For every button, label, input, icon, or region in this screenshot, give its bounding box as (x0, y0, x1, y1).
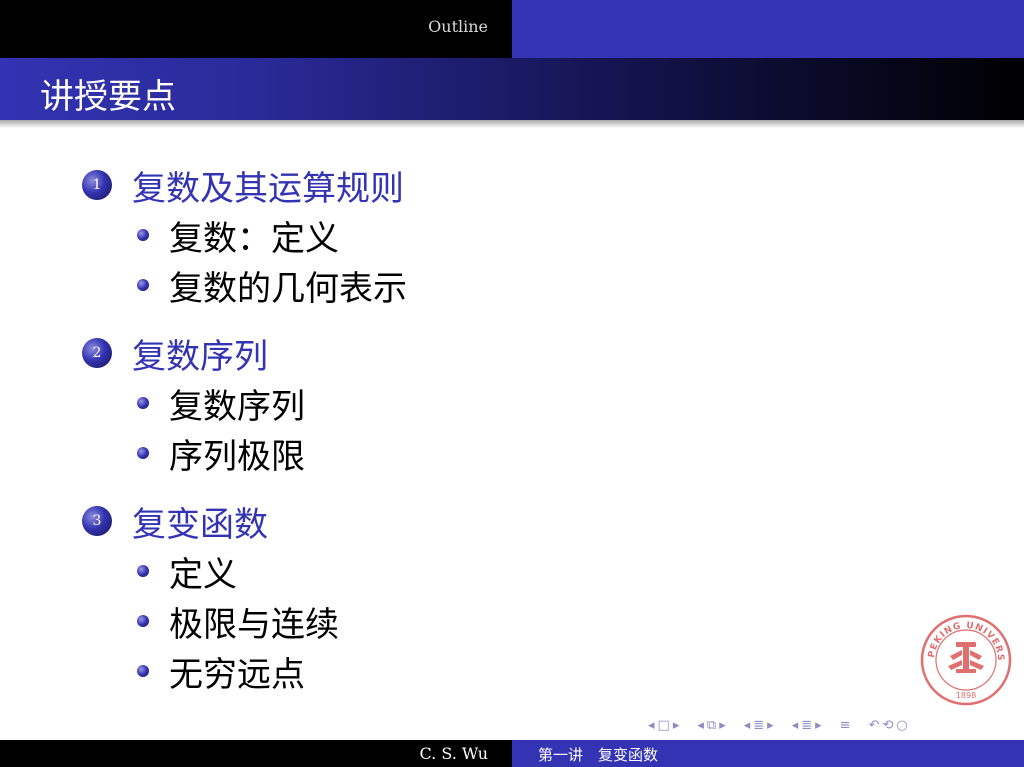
frame-title-bar: 讲授要点 (0, 58, 1024, 120)
list-item[interactable]: 复数的几何表示 (137, 260, 407, 310)
bullet-icon (137, 615, 149, 627)
nav-align-icon[interactable]: ≡ (840, 718, 851, 733)
list-item-text: 无穷远点 (169, 654, 305, 695)
list-item[interactable]: 序列极限 (137, 428, 305, 478)
bullet-icon (137, 447, 149, 459)
list-item-text: 复数的几何表示 (169, 268, 407, 309)
number-ball-icon: 1 (82, 170, 112, 200)
list-item[interactable]: 无穷远点 (137, 646, 339, 696)
list-item[interactable]: 极限与连续 (137, 596, 339, 646)
list-item[interactable]: 复数序列 (137, 378, 305, 428)
list-item[interactable]: 定义 (137, 546, 339, 596)
bullet-icon (137, 565, 149, 577)
list-item-text: 定义 (169, 554, 237, 595)
bullet-icon (137, 397, 149, 409)
bullet-icon (137, 665, 149, 677)
list-item-text: 极限与连续 (169, 604, 339, 645)
section-title[interactable]: 复数序列 (132, 329, 268, 378)
list-item-text: 复数：定义 (169, 218, 339, 259)
section-title-row[interactable]: 1 复数及其运算规则 (82, 160, 407, 210)
university-seal-logo: PEKING UNIVERSITY 1898 (920, 614, 1012, 706)
header-right-bar (512, 0, 1024, 58)
section-3: 3 复变函数 定义 极限与连续 无穷远点 (82, 496, 339, 696)
list-item[interactable]: 复数：定义 (137, 210, 407, 260)
svg-text:PEKING UNIVERSITY: PEKING UNIVERSITY (920, 614, 1005, 662)
footer-right-bar: 第一讲 复变函数 (512, 740, 1024, 767)
svg-text:1898: 1898 (956, 691, 976, 700)
outline-label[interactable]: Outline (428, 17, 488, 36)
nav-search-icon[interactable]: ↶ ⟲ ○ (869, 718, 908, 733)
bullet-icon (137, 229, 149, 241)
bullet-icon (137, 279, 149, 291)
section-title[interactable]: 复数及其运算规则 (132, 161, 404, 210)
navigation-bar: ◂ □ ▸ ◂ ⧉ ▸ ◂ ≣ ▸ ◂ ≣ ▸ ≡ ↶ ⟲ ○ (648, 714, 908, 736)
list-item-text: 复数序列 (169, 386, 305, 427)
section-title-row[interactable]: 2 复数序列 (82, 328, 305, 378)
slide: Outline 讲授要点 1 复数及其运算规则 复数：定义 复数的几何表示 2 … (0, 0, 1024, 767)
frame-title: 讲授要点 (40, 77, 176, 117)
title-shadow (0, 120, 1024, 128)
footer-title: 第一讲 复变函数 (538, 746, 659, 764)
footer-author: C. S. Wu (419, 744, 488, 763)
section-1: 1 复数及其运算规则 复数：定义 复数的几何表示 (82, 160, 407, 310)
header-left-bar: Outline (0, 0, 512, 58)
section-2: 2 复数序列 复数序列 序列极限 (82, 328, 305, 478)
list-item-text: 序列极限 (169, 436, 305, 477)
footer-left-bar: C. S. Wu (0, 740, 512, 767)
number-ball-icon: 3 (82, 506, 112, 536)
nav-section-icon[interactable]: ◂ ≣ ▸ (744, 718, 774, 733)
section-title[interactable]: 复变函数 (132, 497, 268, 546)
nav-subsection-icon[interactable]: ◂ ⧉ ▸ (697, 718, 725, 733)
nav-frame-icon[interactable]: ◂ □ ▸ (648, 718, 679, 733)
section-title-row[interactable]: 3 复变函数 (82, 496, 339, 546)
number-ball-icon: 2 (82, 338, 112, 368)
nav-subsection-arrows-icon[interactable]: ◂ ≣ ▸ (792, 718, 822, 733)
